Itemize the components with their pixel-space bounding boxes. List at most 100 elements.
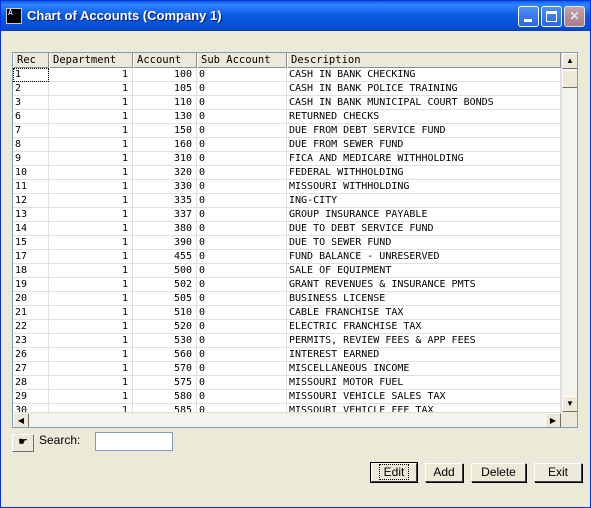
- cell-sub-account[interactable]: 0: [197, 124, 287, 138]
- cell-department[interactable]: 1: [49, 306, 133, 320]
- cell-department[interactable]: 1: [49, 292, 133, 306]
- cell-account[interactable]: 105: [133, 82, 197, 96]
- cell-rec[interactable]: 19: [13, 278, 49, 292]
- horizontal-scrollbar[interactable]: ◀ ▶: [13, 412, 561, 427]
- cell-account[interactable]: 330: [133, 180, 197, 194]
- table-row[interactable]: 18 1 500 0 SALE OF EQUIPMENT: [13, 264, 561, 278]
- cell-sub-account[interactable]: 0: [197, 222, 287, 236]
- cell-account[interactable]: 520: [133, 320, 197, 334]
- cell-rec[interactable]: 29: [13, 390, 49, 404]
- cell-description[interactable]: RETURNED CHECKS: [287, 110, 561, 124]
- cell-sub-account[interactable]: 0: [197, 334, 287, 348]
- cell-description[interactable]: CABLE FRANCHISE TAX: [287, 306, 561, 320]
- cell-department[interactable]: 1: [49, 124, 133, 138]
- cell-description[interactable]: GRANT REVENUES & INSURANCE PMTS: [287, 278, 561, 292]
- cell-account[interactable]: 570: [133, 362, 197, 376]
- cell-rec[interactable]: 3: [13, 96, 49, 110]
- cell-department[interactable]: 1: [49, 320, 133, 334]
- edit-button[interactable]: Edit: [370, 462, 418, 483]
- table-row[interactable]: 23 1 530 0 PERMITS, REVIEW FEES & APP FEES: [13, 334, 561, 348]
- cell-department[interactable]: 1: [49, 166, 133, 180]
- cell-rec[interactable]: 7: [13, 124, 49, 138]
- table-row[interactable]: 15 1 390 0 DUE TO SEWER FUND: [13, 236, 561, 250]
- cell-account[interactable]: 335: [133, 194, 197, 208]
- cell-description[interactable]: INTEREST EARNED: [287, 348, 561, 362]
- vertical-scroll-thumb[interactable]: [562, 70, 577, 88]
- cell-account[interactable]: 560: [133, 348, 197, 362]
- cell-rec[interactable]: 27: [13, 362, 49, 376]
- cell-sub-account[interactable]: 0: [197, 138, 287, 152]
- cell-department[interactable]: 1: [49, 236, 133, 250]
- table-row[interactable]: 3 1 110 0 CASH IN BANK MUNICIPAL COURT BONDS: [13, 96, 561, 110]
- cell-account[interactable]: 390: [133, 236, 197, 250]
- cell-description[interactable]: DUE FROM SEWER FUND: [287, 138, 561, 152]
- cell-description[interactable]: CASH IN BANK CHECKING: [287, 68, 561, 82]
- add-button[interactable]: Add: [425, 463, 463, 482]
- cell-account[interactable]: 455: [133, 250, 197, 264]
- cell-department[interactable]: 1: [49, 138, 133, 152]
- cell-rec[interactable]: 28: [13, 376, 49, 390]
- cell-rec[interactable]: 13: [13, 208, 49, 222]
- column-header-account[interactable]: Account: [133, 53, 197, 68]
- table-row[interactable]: 29 1 580 0 MISSOURI VEHICLE SALES TAX: [13, 390, 561, 404]
- cell-department[interactable]: 1: [49, 152, 133, 166]
- cell-sub-account[interactable]: 0: [197, 306, 287, 320]
- cell-account[interactable]: 530: [133, 334, 197, 348]
- cell-rec[interactable]: 20: [13, 292, 49, 306]
- cell-rec[interactable]: 15: [13, 236, 49, 250]
- cell-account[interactable]: 575: [133, 376, 197, 390]
- cell-department[interactable]: 1: [49, 278, 133, 292]
- table-row[interactable]: 7 1 150 0 DUE FROM DEBT SERVICE FUND: [13, 124, 561, 138]
- cell-sub-account[interactable]: 0: [197, 166, 287, 180]
- cell-rec[interactable]: 12: [13, 194, 49, 208]
- table-row[interactable]: 17 1 455 0 FUND BALANCE - UNRESERVED: [13, 250, 561, 264]
- table-row[interactable]: 6 1 130 0 RETURNED CHECKS: [13, 110, 561, 124]
- exit-button[interactable]: Exit: [534, 463, 582, 482]
- cell-department[interactable]: 1: [49, 250, 133, 264]
- table-row[interactable]: 8 1 160 0 DUE FROM SEWER FUND: [13, 138, 561, 152]
- cell-description[interactable]: ING-CITY: [287, 194, 561, 208]
- cell-rec[interactable]: 6: [13, 110, 49, 124]
- scroll-left-button[interactable]: ◀: [13, 413, 29, 427]
- vertical-scrollbar[interactable]: ▲ ▼: [561, 53, 577, 412]
- cell-description[interactable]: DUE TO DEBT SERVICE FUND: [287, 222, 561, 236]
- cell-department[interactable]: 1: [49, 110, 133, 124]
- cell-description[interactable]: FICA AND MEDICARE WITHHOLDING: [287, 152, 561, 166]
- table-row[interactable]: 10 1 320 0 FEDERAL WITHHOLDING: [13, 166, 561, 180]
- table-row[interactable]: 26 1 560 0 INTEREST EARNED: [13, 348, 561, 362]
- cell-description[interactable]: CASH IN BANK MUNICIPAL COURT BONDS: [287, 96, 561, 110]
- table-row[interactable]: 27 1 570 0 MISCELLANEOUS INCOME: [13, 362, 561, 376]
- table-row[interactable]: 22 1 520 0 ELECTRIC FRANCHISE TAX: [13, 320, 561, 334]
- cell-account[interactable]: 510: [133, 306, 197, 320]
- cell-sub-account[interactable]: 0: [197, 278, 287, 292]
- cell-rec[interactable]: 11: [13, 180, 49, 194]
- cell-account[interactable]: 500: [133, 264, 197, 278]
- cell-rec[interactable]: 23: [13, 334, 49, 348]
- cell-sub-account[interactable]: 0: [197, 110, 287, 124]
- cell-account[interactable]: 110: [133, 96, 197, 110]
- cell-description[interactable]: MISSOURI MOTOR FUEL: [287, 376, 561, 390]
- cell-department[interactable]: 1: [49, 180, 133, 194]
- cell-description[interactable]: FUND BALANCE - UNRESERVED: [287, 250, 561, 264]
- cell-sub-account[interactable]: 0: [197, 208, 287, 222]
- cell-description[interactable]: CASH IN BANK POLICE TRAINING: [287, 82, 561, 96]
- cell-account[interactable]: 100: [133, 68, 197, 82]
- title-bar[interactable]: A Chart of Accounts (Company 1) ✕: [1, 1, 590, 31]
- cell-sub-account[interactable]: 0: [197, 320, 287, 334]
- table-row[interactable]: 2 1 105 0 CASH IN BANK POLICE TRAINING: [13, 82, 561, 96]
- cell-rec[interactable]: 26: [13, 348, 49, 362]
- cell-description[interactable]: BUSINESS LICENSE: [287, 292, 561, 306]
- cell-sub-account[interactable]: 0: [197, 194, 287, 208]
- table-row[interactable]: 9 1 310 0 FICA AND MEDICARE WITHHOLDING: [13, 152, 561, 166]
- cell-department[interactable]: 1: [49, 96, 133, 110]
- cell-sub-account[interactable]: 0: [197, 390, 287, 404]
- cell-sub-account[interactable]: 0: [197, 348, 287, 362]
- cell-department[interactable]: 1: [49, 208, 133, 222]
- cell-account[interactable]: 310: [133, 152, 197, 166]
- cell-account[interactable]: 320: [133, 166, 197, 180]
- navigate-button[interactable]: ☛: [12, 434, 34, 452]
- cell-sub-account[interactable]: 0: [197, 236, 287, 250]
- cell-description[interactable]: DUE FROM DEBT SERVICE FUND: [287, 124, 561, 138]
- cell-sub-account[interactable]: 0: [197, 376, 287, 390]
- cell-account[interactable]: 505: [133, 292, 197, 306]
